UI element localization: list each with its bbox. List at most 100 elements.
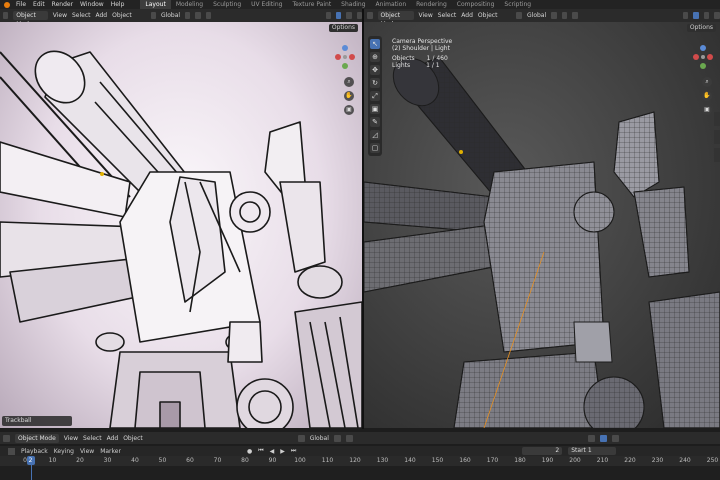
camera-icon[interactable]: ▣ — [702, 105, 712, 115]
xray-icon[interactable] — [693, 12, 699, 19]
snap-icon[interactable] — [561, 12, 568, 19]
proportional-icon[interactable] — [205, 12, 211, 19]
proportional-icon[interactable] — [572, 12, 578, 19]
frame-tick-label: 120 — [349, 457, 361, 464]
add-menu[interactable]: Add — [96, 12, 108, 19]
options-button[interactable]: Options — [686, 24, 716, 32]
keying-menu[interactable]: Keying — [54, 448, 74, 455]
orientation-select[interactable]: Global — [310, 435, 329, 442]
tab-shading[interactable]: Shading — [336, 0, 370, 9]
xray-icon[interactable] — [599, 434, 607, 442]
view-menu[interactable]: View — [80, 448, 94, 455]
mode-select[interactable]: Object Mode — [377, 11, 414, 28]
editor-type-icon[interactable] — [3, 434, 10, 442]
blender-logo-icon[interactable] — [4, 1, 10, 8]
pivot-icon[interactable] — [185, 12, 191, 19]
tab-uv-editing[interactable]: UV Editing — [246, 0, 287, 9]
tab-compositing[interactable]: Compositing — [452, 0, 500, 9]
mode-select[interactable]: Object Mode — [15, 433, 59, 443]
marker-menu[interactable]: Marker — [100, 448, 121, 455]
shading-solid-icon[interactable] — [611, 434, 619, 442]
sidebar-tab[interactable] — [714, 148, 720, 162]
menu-file[interactable]: File — [16, 1, 26, 8]
menu-window[interactable]: Window — [80, 1, 104, 8]
tab-texture-paint[interactable]: Texture Paint — [287, 0, 336, 9]
navigation-gizmo-icon[interactable] — [334, 44, 356, 70]
playhead[interactable]: 2 — [26, 456, 35, 465]
add-menu[interactable]: Add — [461, 12, 473, 19]
current-frame-field[interactable]: 2 — [522, 447, 563, 455]
mode-select[interactable]: Object Mode — [13, 11, 48, 28]
tab-scripting[interactable]: Scripting — [499, 0, 536, 9]
transform-orientation-icon[interactable] — [516, 12, 522, 19]
select-menu[interactable]: Select — [83, 435, 102, 442]
object-menu[interactable]: Object — [478, 12, 498, 19]
record-icon[interactable]: ● — [247, 448, 252, 455]
transform-tool-icon[interactable]: ▣ — [370, 104, 380, 114]
tab-sculpting[interactable]: Sculpting — [208, 0, 246, 9]
transform-orientation-icon[interactable] — [150, 12, 156, 19]
frame-ruler[interactable]: 0 10 20 30 40 50 60 70 80 90 100 110 120 130 140 150 160… — [0, 456, 720, 466]
tab-modeling[interactable]: Modeling — [171, 0, 208, 9]
zoom-icon[interactable]: ⌕ — [344, 77, 354, 87]
menu-help[interactable]: Help — [111, 1, 125, 8]
tab-rendering[interactable]: Rendering — [411, 0, 452, 9]
menu-edit[interactable]: Edit — [33, 1, 45, 8]
select-tool-icon[interactable]: ↖ — [370, 39, 380, 49]
view-menu[interactable]: View — [53, 12, 67, 19]
object-menu[interactable]: Object — [112, 12, 132, 19]
editor-type-icon[interactable] — [8, 447, 15, 455]
zoom-icon[interactable]: ⌕ — [702, 77, 712, 87]
annotate-tool-icon[interactable]: ✎ — [370, 117, 380, 127]
tab-animation[interactable]: Animation — [371, 0, 412, 9]
jump-start-icon[interactable]: ⏮ — [258, 447, 263, 455]
tab-layout[interactable]: Layout — [140, 0, 171, 9]
menu-render[interactable]: Render — [52, 1, 73, 8]
view-menu[interactable]: View — [64, 435, 78, 442]
shading-wire-icon[interactable] — [703, 12, 710, 19]
left-3d-viewport[interactable]: Options ⌕ ✋ ▣ Trackball — [0, 22, 362, 428]
play-reverse-icon[interactable]: ◀ — [270, 448, 275, 455]
jump-end-icon[interactable]: ⏭ — [291, 447, 296, 455]
play-icon[interactable]: ▶ — [280, 448, 285, 455]
start-frame-field[interactable]: Start 1 — [568, 447, 617, 455]
xray-icon[interactable] — [336, 12, 342, 19]
pivot-icon[interactable] — [333, 434, 341, 442]
last-operator-panel[interactable]: Trackball — [2, 416, 72, 426]
add-cube-tool-icon[interactable]: ▢ — [370, 143, 380, 153]
orientation-select[interactable]: Global — [161, 12, 180, 19]
snap-icon[interactable] — [195, 12, 201, 19]
rotate-tool-icon[interactable]: ↻ — [370, 78, 380, 88]
object-menu[interactable]: Object — [123, 435, 143, 442]
right-3d-viewport[interactable]: ↖ ⊕ ✥ ↻ ⤢ ▣ ✎ ◿ ▢ Camera Perspective (2)… — [364, 22, 720, 428]
editor-type-icon[interactable] — [367, 12, 373, 19]
playback-menu[interactable]: Playback — [21, 448, 48, 455]
overlay-icon[interactable] — [587, 434, 595, 442]
add-menu[interactable]: Add — [107, 435, 119, 442]
snap-icon[interactable] — [345, 434, 353, 442]
shading-solid-icon[interactable] — [346, 12, 352, 19]
measure-tool-icon[interactable]: ◿ — [370, 130, 380, 140]
options-button[interactable]: Options — [328, 24, 358, 32]
shading-solid-icon[interactable] — [714, 12, 720, 19]
frame-tick-label: 200 — [569, 457, 581, 464]
editor-type-icon[interactable] — [3, 12, 9, 19]
pan-hand-icon[interactable]: ✋ — [344, 91, 354, 101]
select-menu[interactable]: Select — [72, 12, 91, 19]
select-menu[interactable]: Select — [438, 12, 457, 19]
view-menu[interactable]: View — [419, 12, 433, 19]
camera-icon[interactable]: ▣ — [344, 105, 354, 115]
move-tool-icon[interactable]: ✥ — [370, 65, 380, 75]
overlay-icon[interactable] — [325, 12, 332, 19]
pivot-icon[interactable] — [551, 12, 557, 19]
scale-tool-icon[interactable]: ⤢ — [370, 91, 380, 101]
orientation-select[interactable]: Global — [527, 12, 546, 19]
transform-orientation-icon[interactable] — [297, 434, 305, 442]
overlay-icon[interactable] — [682, 12, 689, 19]
cursor-tool-icon[interactable]: ⊕ — [370, 52, 380, 62]
pan-hand-icon[interactable]: ✋ — [702, 91, 712, 101]
sidebar-tab[interactable] — [714, 112, 720, 126]
sidebar-tab[interactable] — [714, 130, 720, 144]
timeline-area[interactable]: 0 10 20 30 40 50 60 70 80 90 100 110 120 130 140 150 160… — [0, 456, 720, 480]
navigation-gizmo-icon[interactable] — [692, 44, 714, 70]
